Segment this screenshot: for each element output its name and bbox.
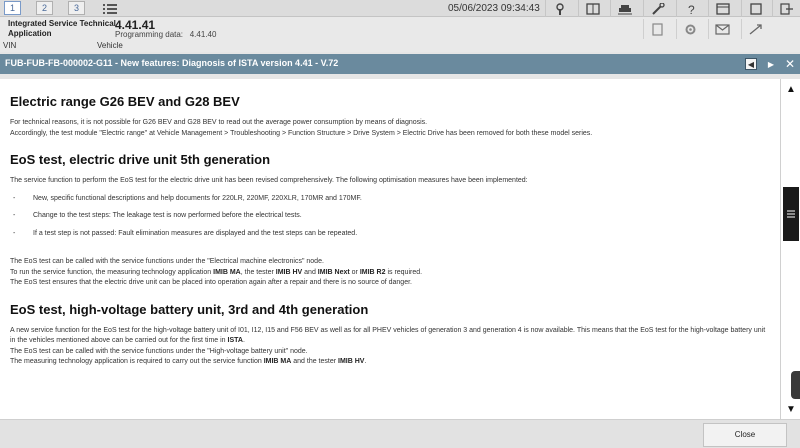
previous-icon[interactable]: ◀ <box>745 58 757 70</box>
tab-3[interactable]: 3 <box>68 1 85 15</box>
programming-label: Programming data: <box>115 30 184 39</box>
top-toolbar: 1 2 3 05/06/2023 09:34:43 ? <box>0 0 800 17</box>
side-handle[interactable] <box>791 371 800 399</box>
window-icon[interactable] <box>708 0 736 17</box>
scroll-thumb[interactable] <box>783 187 799 241</box>
vertical-scrollbar[interactable]: ▲ ▼ <box>780 79 800 419</box>
close-button[interactable]: Close <box>703 423 787 447</box>
document-title: FUB-FUB-FB-000002-G11 - New features: Di… <box>5 58 339 68</box>
help-icon[interactable]: ? <box>676 0 704 17</box>
programming-value: 4.41.40 <box>189 30 217 39</box>
list-icon[interactable] <box>96 0 124 17</box>
key-icon[interactable] <box>545 0 573 17</box>
exit-icon[interactable] <box>772 0 800 17</box>
app-name: Integrated Service Technical Application <box>8 19 116 38</box>
document-content: Electric range G26 BEV and G28 BEV For t… <box>0 79 780 419</box>
datetime: 05/06/2023 09:34:43 <box>448 3 540 14</box>
list-item: - New, specific functional descriptions a… <box>13 194 362 202</box>
document-title-bar: FUB-FUB-FB-000002-G11 - New features: Di… <box>0 54 800 74</box>
paragraph: The service function to perform the EoS … <box>10 177 528 184</box>
list-item: - If a test step is not passed: Fault eli… <box>13 229 358 237</box>
svg-text:?: ? <box>688 3 695 15</box>
section-heading: EoS test, electric drive unit 5th genera… <box>10 152 271 167</box>
programming-data: Programming data: 4.41.40 <box>115 30 216 39</box>
scroll-down-icon[interactable]: ▼ <box>783 401 799 417</box>
paragraph: A new service function for the EoS test … <box>10 326 766 345</box>
fullscreen-icon[interactable] <box>741 0 769 17</box>
scroll-up-icon[interactable]: ▲ <box>783 81 799 97</box>
vehicle-label: Vehicle <box>97 41 123 50</box>
grip-icon <box>787 210 795 218</box>
footer-bar: Close <box>0 419 800 448</box>
settings-icon[interactable] <box>676 19 704 39</box>
paragraph: The EoS test can be called with the serv… <box>10 347 308 355</box>
resize-icon[interactable] <box>741 19 769 39</box>
paragraph: For technical reasons, it is not possibl… <box>10 119 428 126</box>
car-lift-icon[interactable] <box>610 0 638 17</box>
wrench-icon[interactable] <box>643 0 671 17</box>
book-icon[interactable] <box>578 0 606 17</box>
vin-label: VIN <box>3 41 17 50</box>
app-header: Integrated Service Technical Application… <box>0 17 800 41</box>
tab-1[interactable]: 1 <box>4 1 21 15</box>
paragraph: To run the service function, the measuri… <box>10 268 423 276</box>
paragraph: Accordingly, the test module "Electric r… <box>10 129 593 137</box>
close-icon[interactable]: ✕ <box>785 57 795 71</box>
next-icon[interactable]: ▶ <box>765 58 777 70</box>
section-heading: EoS test, high-voltage battery unit, 3rd… <box>10 301 369 317</box>
list-item: - Change to the test steps: The leakage t… <box>13 212 302 219</box>
paragraph: The measuring technology application is … <box>10 358 367 365</box>
document-icon[interactable] <box>643 19 671 39</box>
vehicle-info-row: VIN Vehicle <box>0 41 800 52</box>
paragraph: The EoS test ensures that the electric d… <box>10 279 412 286</box>
tab-2[interactable]: 2 <box>36 1 53 15</box>
section-heading: Electric range G26 BEV and G28 BEV <box>10 94 240 109</box>
mail-icon[interactable] <box>708 19 736 39</box>
paragraph: The EoS test can be called with the serv… <box>10 258 324 265</box>
